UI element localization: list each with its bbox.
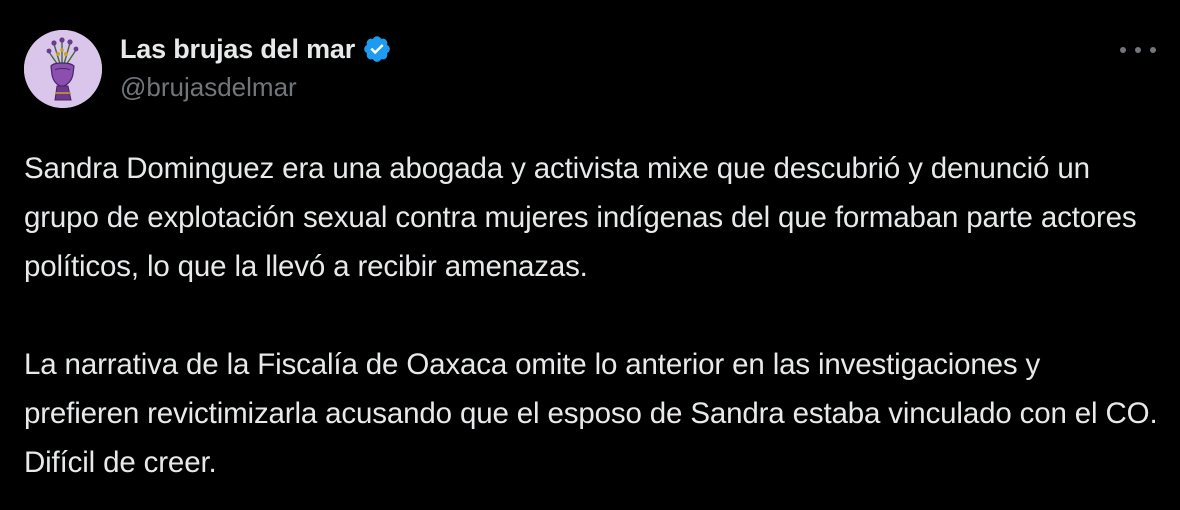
tweet-text: Sandra Dominguez era una abogada y activ… [24,144,1159,487]
more-dot-icon [1135,47,1141,53]
display-name[interactable]: Las brujas del mar [120,34,355,65]
tweet-paragraph: La narrativa de la Fiscalía de Oaxaca om… [24,348,1158,479]
hand-holding-flowers-icon [24,30,102,108]
user-handle[interactable]: @brujasdelmar [120,72,392,103]
more-dot-icon [1120,47,1126,53]
verified-badge-icon[interactable] [362,34,392,64]
name-row: Las brujas del mar [120,32,392,66]
more-dot-icon [1150,47,1156,53]
tweet-paragraph: Sandra Dominguez era una abogada y activ… [24,152,1137,283]
avatar[interactable] [24,30,102,108]
more-options-button[interactable] [1120,36,1156,64]
tweet-card: Las brujas del mar @brujasdelmar Sandra … [0,0,1180,510]
tweet-header: Las brujas del mar @brujasdelmar [120,32,392,103]
